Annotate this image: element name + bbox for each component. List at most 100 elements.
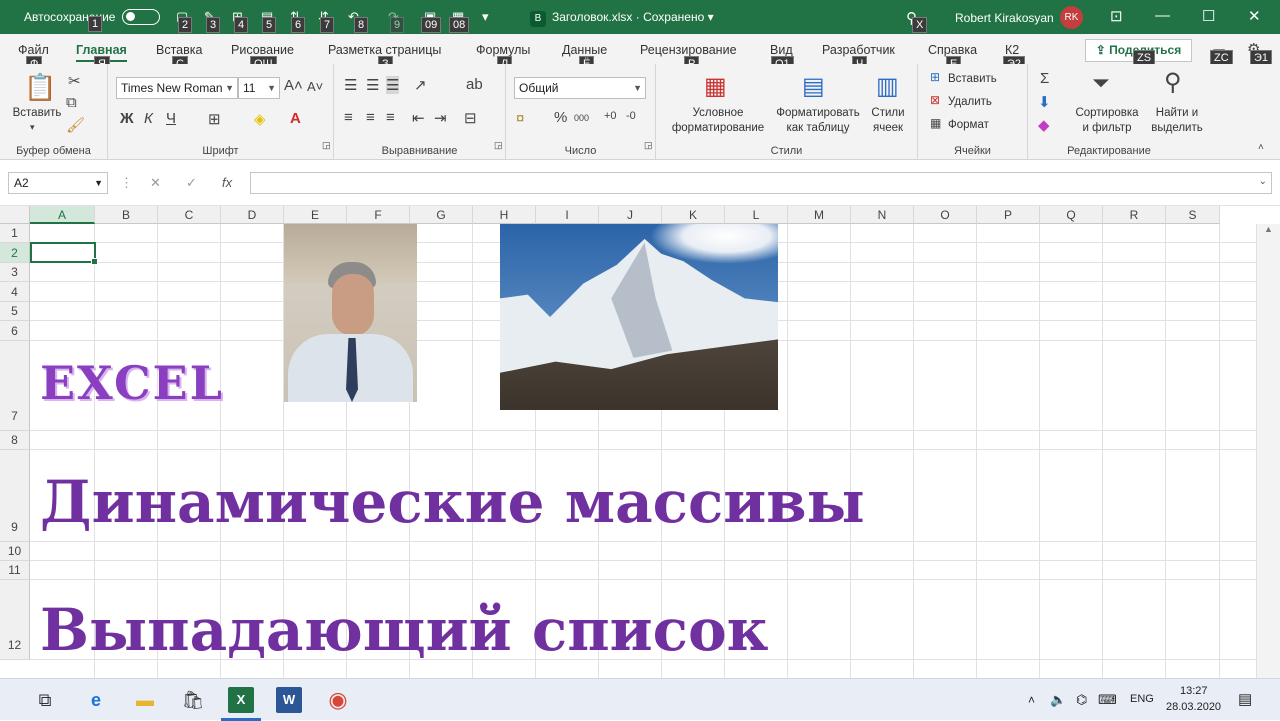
heading-dropdown-list[interactable]: Выпадающий список <box>40 596 769 664</box>
column-header-R[interactable]: R <box>1103 206 1166 224</box>
column-header-G[interactable]: G <box>410 206 473 224</box>
tab-review[interactable]: Рецензирование <box>640 43 737 57</box>
tab-formulas[interactable]: Формулы <box>476 43 530 57</box>
underline-button[interactable]: Ч <box>166 110 176 127</box>
wrap-text-icon[interactable]: ab <box>466 76 483 93</box>
row-header-5[interactable]: 5 <box>0 302 30 321</box>
increase-indent-icon[interactable]: ⇥ <box>434 109 447 127</box>
portrait-photo[interactable] <box>284 224 417 402</box>
excel-wordart[interactable]: EXCEL <box>40 356 224 410</box>
tab-insert[interactable]: Вставка <box>156 43 202 57</box>
clock-date[interactable]: 28.03.2020 <box>1166 701 1221 713</box>
worksheet[interactable]: ABCDEFGHIJKLMNOPQRS 1 2 3 4 5 6 7 8 9 10 11 12 EXCE… <box>0 206 1280 678</box>
bold-button[interactable]: Ж <box>120 110 134 127</box>
fill-color-icon[interactable]: ◈ <box>254 110 266 128</box>
cancel-icon[interactable]: ✕ <box>150 175 161 191</box>
font-size-select[interactable]: 11 ▼ <box>238 77 280 99</box>
expand-formula-icon[interactable]: ⌄ <box>1259 176 1267 187</box>
notifications-icon[interactable]: ▤ <box>1238 690 1252 708</box>
percent-icon[interactable]: % <box>554 109 567 126</box>
row-header-4[interactable]: 4 <box>0 282 30 302</box>
row-header-12[interactable]: 12 <box>0 580 30 660</box>
column-header-L[interactable]: L <box>725 206 788 224</box>
tab-file[interactable]: Файл <box>18 43 49 57</box>
currency-icon[interactable]: ¤ <box>516 110 524 127</box>
row-header-7[interactable]: 7 <box>0 341 30 431</box>
chrome-icon[interactable]: ◉ <box>325 687 351 713</box>
autosave-toggle[interactable] <box>122 9 160 25</box>
decrease-indent-icon[interactable]: ⇤ <box>412 109 425 127</box>
cut-icon[interactable]: ✂ <box>68 72 81 90</box>
insert-function-button[interactable]: fx <box>222 175 232 190</box>
row-header-1[interactable]: 1 <box>0 224 30 243</box>
chevron-down-icon[interactable]: ▾ <box>30 122 35 133</box>
row-header-10[interactable]: 10 <box>0 542 30 561</box>
row-header-9[interactable]: 9 <box>0 450 30 542</box>
copy-icon[interactable]: ⧉ <box>66 94 77 111</box>
column-header-I[interactable]: I <box>536 206 599 224</box>
clear-icon[interactable]: ◆ <box>1038 116 1050 134</box>
vertical-scrollbar[interactable]: ▲ <box>1256 224 1280 678</box>
customize-qat-icon[interactable]: ▾ <box>482 9 489 25</box>
column-header-H[interactable]: H <box>473 206 536 224</box>
tab-k2[interactable]: К2 <box>1005 43 1019 57</box>
maximize-icon[interactable]: ☐ <box>1202 7 1215 25</box>
column-header-A[interactable]: A <box>30 206 95 224</box>
font-color-icon[interactable]: A <box>290 110 301 127</box>
cell-styles-button[interactable]: Стили ячеек <box>862 106 914 136</box>
avatar[interactable]: RK <box>1060 6 1083 29</box>
decrease-decimal-icon[interactable]: -0 <box>626 110 636 122</box>
mountain-photo[interactable] <box>500 224 778 410</box>
show-hidden-icons[interactable]: ˄ <box>1028 693 1035 707</box>
scroll-up-icon[interactable]: ▲ <box>1264 224 1273 234</box>
italic-button[interactable]: К <box>144 110 153 127</box>
ribbon-display-icon[interactable]: ⊡ <box>1110 7 1123 25</box>
select-all-button[interactable] <box>0 206 30 224</box>
language-indicator[interactable]: ENG <box>1130 693 1154 705</box>
column-header-Q[interactable]: Q <box>1040 206 1103 224</box>
format-painter-icon[interactable]: 🖌 <box>66 116 85 134</box>
column-header-D[interactable]: D <box>221 206 284 224</box>
align-center-icon[interactable]: ≡ <box>366 109 375 126</box>
formula-input[interactable]: ⌄ <box>250 172 1272 194</box>
tab-developer[interactable]: Разработчик <box>822 43 895 57</box>
increase-decimal-icon[interactable]: +0 <box>604 110 617 122</box>
tab-view[interactable]: Вид <box>770 43 793 57</box>
word-icon[interactable]: W <box>276 687 302 713</box>
row-header-2[interactable]: 2 <box>0 243 30 263</box>
comma-style-icon[interactable]: 000 <box>574 113 589 123</box>
format-as-table-button[interactable]: Форматировать как таблицу <box>772 106 864 136</box>
shrink-font-icon[interactable]: A˅ <box>307 79 323 94</box>
column-header-F[interactable]: F <box>347 206 410 224</box>
tab-help[interactable]: Справка <box>928 43 977 57</box>
network-icon[interactable]: ⌬ <box>1076 692 1087 708</box>
borders-icon[interactable]: ⊞ <box>208 110 221 128</box>
close-icon[interactable]: ✕ <box>1248 7 1261 25</box>
heading-dynamic-arrays[interactable]: Динамические массивы <box>40 468 865 536</box>
volume-icon[interactable]: 🔈 <box>1050 692 1066 708</box>
column-header-B[interactable]: B <box>95 206 158 224</box>
enter-icon[interactable]: ✓ <box>186 175 197 191</box>
column-header-J[interactable]: J <box>599 206 662 224</box>
merge-center-icon[interactable]: ⊟ <box>464 109 477 127</box>
collapse-ribbon-icon[interactable]: ˄ <box>1258 142 1264 153</box>
column-header-S[interactable]: S <box>1166 206 1220 224</box>
store-icon[interactable]: 🛍 <box>180 687 206 713</box>
column-header-N[interactable]: N <box>851 206 914 224</box>
minimize-icon[interactable]: — <box>1155 7 1170 24</box>
row-header-11[interactable]: 11 <box>0 561 30 580</box>
fill-icon[interactable]: ⬇ <box>1038 93 1051 111</box>
insert-cells-button[interactable]: Вставить <box>948 72 997 87</box>
sort-filter-button[interactable]: Сортировка и фильтр <box>1070 106 1144 136</box>
conditional-format-button[interactable]: Условное форматирование <box>660 106 776 136</box>
column-header-P[interactable]: P <box>977 206 1040 224</box>
clock-time[interactable]: 13:27 <box>1180 685 1208 697</box>
autosum-icon[interactable]: Σ <box>1040 70 1049 87</box>
paste-button[interactable]: Вставить <box>10 106 64 121</box>
column-header-E[interactable]: E <box>284 206 347 224</box>
tab-draw[interactable]: Рисование <box>231 43 294 57</box>
tab-page-layout[interactable]: Разметка страницы <box>328 43 441 57</box>
task-view-icon[interactable]: ⧉ <box>32 687 58 713</box>
excel-icon[interactable]: X <box>228 687 254 713</box>
name-box[interactable]: A2 ▼ <box>8 172 108 194</box>
